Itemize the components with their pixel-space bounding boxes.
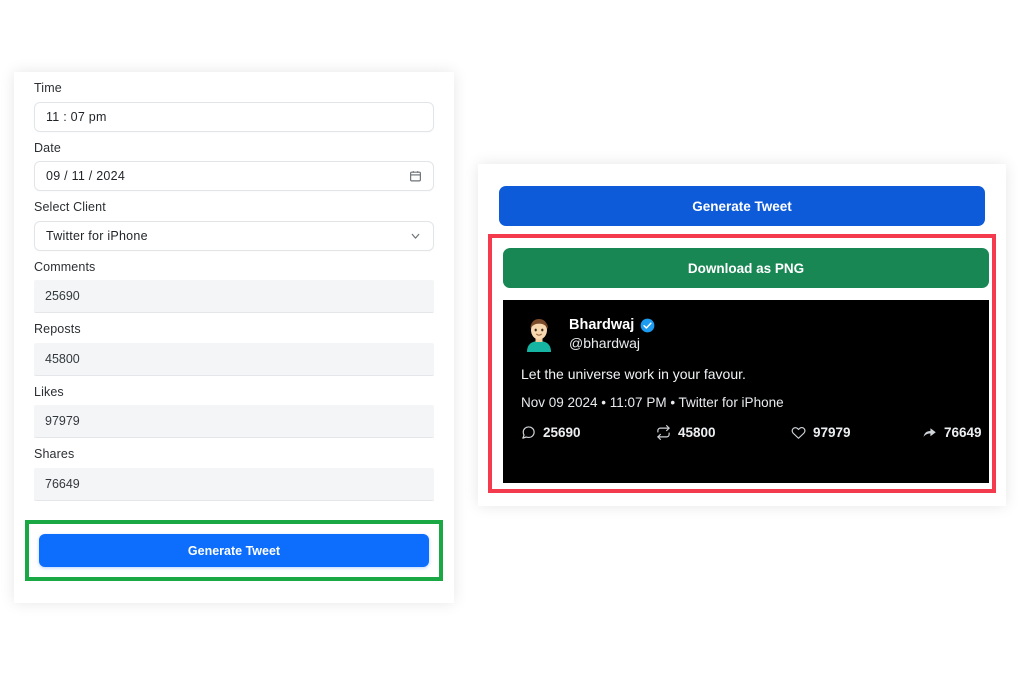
field-time: Time 11 : 07 pm (34, 72, 434, 132)
reposts-input-value: 45800 (45, 351, 80, 366)
field-label-comments: Comments (34, 259, 96, 274)
field-label-likes: Likes (34, 384, 64, 399)
field-shares: Shares 76649 (34, 448, 434, 501)
field-label-date: Date (34, 140, 61, 155)
client-select-value: Twitter for iPhone (46, 228, 148, 243)
tweet-stat-reposts[interactable]: 45800 (656, 425, 791, 440)
download-as-png-button[interactable]: Download as PNG (503, 248, 989, 288)
chevron-down-icon[interactable] (409, 229, 422, 242)
comments-input[interactable]: 25690 (34, 280, 434, 313)
field-reposts: Reposts 45800 (34, 323, 434, 376)
likes-input[interactable]: 97979 (34, 405, 434, 438)
tweet-stat-reposts-value: 45800 (678, 424, 716, 440)
shares-input[interactable]: 76649 (34, 467, 434, 501)
verified-badge-icon (640, 318, 655, 333)
tweet-metadata: Nov 09 2024 • 11:07 PM • Twitter for iPh… (521, 394, 784, 410)
field-likes: Likes 97979 (34, 384, 434, 438)
reposts-input[interactable]: 45800 (34, 342, 434, 376)
field-comments: Comments 25690 (34, 259, 434, 313)
comments-input-value: 25690 (45, 289, 80, 303)
person-emoji-avatar (521, 316, 557, 352)
tweet-handle: @bhardwaj (569, 335, 641, 351)
tweet-stats-row: 25690 45800 97979 76649 (521, 425, 982, 440)
share-icon (922, 425, 937, 440)
likes-input-value: 97979 (45, 414, 80, 428)
rendered-tweet: Bhardwaj @bhardwaj Let the universe work… (503, 300, 989, 483)
field-label-reposts: Reposts (34, 322, 81, 336)
repost-icon (656, 424, 671, 440)
tweet-preview-card: Generate Tweet Download as PNG Bhardwaj … (478, 164, 1006, 506)
app-root: Time 11 : 07 pm Date 09 / 11 / 2024 Sele… (0, 0, 1024, 683)
tweet-input-form-card: Time 11 : 07 pm Date 09 / 11 / 2024 Sele… (14, 72, 454, 603)
generate-tweet-button-preview[interactable]: Generate Tweet (499, 186, 985, 226)
tweet-stat-comments[interactable]: 25690 (521, 425, 656, 440)
tweet-display-name: Bhardwaj (569, 317, 635, 333)
field-label-time: Time (34, 81, 62, 95)
time-input-value: 11 : 07 pm (46, 109, 107, 124)
tweet-body-text: Let the universe work in your favour. (521, 366, 746, 382)
field-label-shares: Shares (34, 447, 75, 461)
green-highlight-box: Generate Tweet (25, 520, 443, 581)
calendar-icon[interactable] (409, 170, 422, 183)
time-input[interactable]: 11 : 07 pm (34, 101, 434, 132)
shares-input-value: 76649 (45, 476, 80, 491)
like-icon (791, 425, 806, 440)
date-input-value: 09 / 11 / 2024 (46, 169, 126, 183)
tweet-stat-comments-value: 25690 (543, 424, 581, 440)
red-highlight-box: Download as PNG Bhardwaj @bhardwaj Let t… (488, 234, 996, 493)
tweet-stat-likes-value: 97979 (813, 424, 851, 440)
tweet-stat-likes[interactable]: 97979 (791, 425, 922, 440)
comment-icon (521, 425, 536, 440)
generate-tweet-button-form[interactable]: Generate Tweet (39, 534, 429, 567)
tweet-display-name-row: Bhardwaj (569, 317, 655, 333)
tweet-stat-shares-value: 76649 (944, 424, 982, 440)
date-input[interactable]: 09 / 11 / 2024 (34, 161, 434, 191)
tweet-header: Bhardwaj @bhardwaj (521, 316, 971, 352)
field-select-client: Select Client Twitter for iPhone (34, 201, 434, 251)
tweet-identity: Bhardwaj @bhardwaj (569, 316, 655, 351)
field-date: Date 09 / 11 / 2024 (34, 140, 434, 191)
field-label-select-client: Select Client (34, 200, 106, 214)
client-select[interactable]: Twitter for iPhone (34, 220, 434, 251)
